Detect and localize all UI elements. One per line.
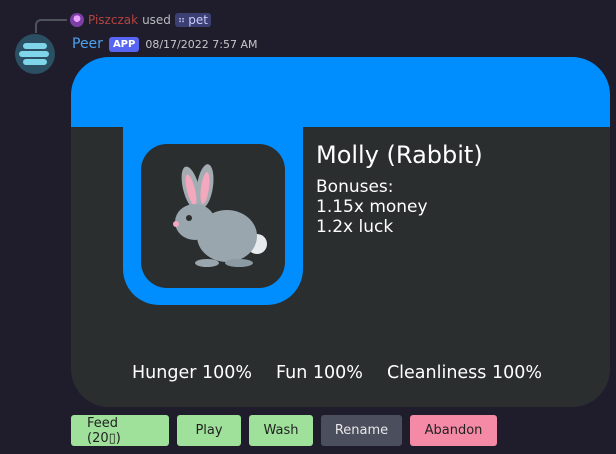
abandon-button[interactable]: Abandon [410, 415, 497, 446]
bonuses-label: Bonuses: [316, 177, 394, 197]
avatar-stripe [23, 59, 47, 65]
avatar-stripe [19, 51, 49, 57]
wash-button[interactable]: Wash [249, 415, 313, 446]
bonus-luck: 1.2x luck [316, 217, 394, 237]
rabbit-icon [173, 164, 267, 267]
feed-button[interactable]: Feed (20▯) [71, 415, 169, 446]
command-icon: ⠶ [177, 14, 186, 26]
pet-portrait [141, 144, 285, 288]
stat-value: 100% [312, 363, 363, 383]
pet-name: Molly (Rabbit) [316, 141, 483, 169]
rename-button[interactable]: Rename [321, 415, 402, 446]
message-header: Peer APP 08/17/2022 7:57 AM [72, 36, 257, 52]
pet-stats: Hunger 100% Fun 100% Cleanliness 100% [132, 363, 542, 383]
reply-connector [35, 19, 67, 33]
stat-label: Fun [276, 363, 308, 383]
stat-hunger: Hunger 100% [132, 363, 252, 383]
author-name[interactable]: Peer [72, 36, 103, 52]
stat-label: Hunger [132, 363, 197, 383]
stat-label: Cleanliness [386, 363, 487, 383]
stat-value: 100% [202, 363, 253, 383]
command-name: pet [188, 13, 208, 27]
bot-avatar[interactable] [15, 34, 55, 74]
avatar-stripe [23, 43, 47, 49]
bonuses-block: Bonuses: 1.15x money 1.2x luck [316, 177, 428, 237]
stat-value: 100% [492, 363, 543, 383]
slash-command[interactable]: ⠶ pet [174, 13, 211, 27]
message-timestamp: 08/17/2022 7:57 AM [145, 37, 258, 51]
replied-user-avatar[interactable] [70, 13, 84, 27]
stat-fun: Fun 100% [276, 363, 363, 383]
stat-cleanliness: Cleanliness 100% [387, 363, 542, 383]
replied-username[interactable]: Piszczak [88, 13, 138, 27]
used-text: used [142, 13, 171, 27]
pet-card-image[interactable]: Molly (Rabbit) Bonuses: 1.15x money 1.2x… [71, 57, 610, 407]
action-buttons: Feed (20▯) Play Wash Rename Abandon [71, 415, 497, 446]
reply-reference[interactable]: Piszczak used ⠶ pet [70, 11, 211, 29]
bonus-money: 1.15x money [316, 197, 428, 217]
app-badge: APP [108, 36, 140, 52]
play-button[interactable]: Play [177, 415, 241, 446]
